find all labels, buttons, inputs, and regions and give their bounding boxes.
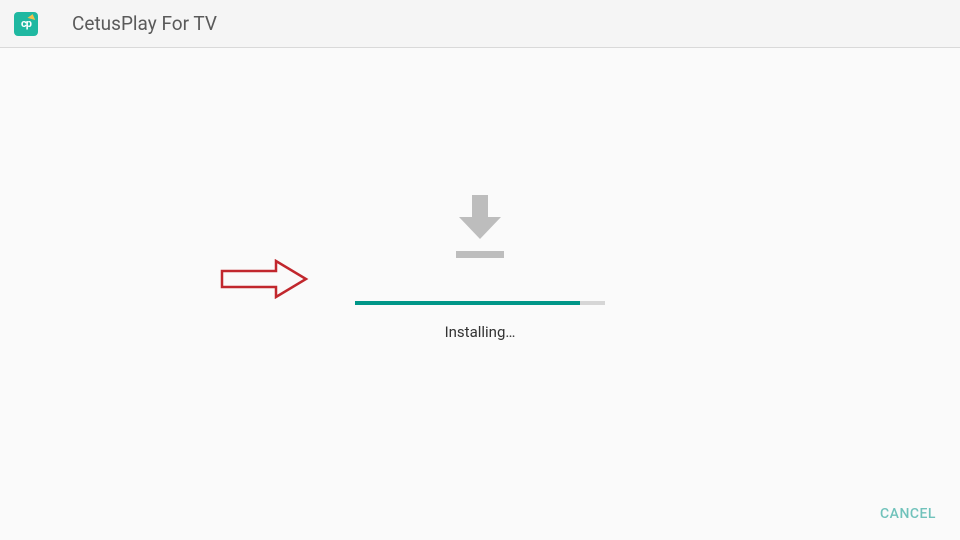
cancel-button[interactable]: CANCEL — [880, 506, 936, 522]
status-text: Installing… — [445, 323, 516, 341]
app-icon: cp — [14, 12, 38, 36]
download-icon — [455, 195, 505, 269]
pointer-arrow-annotation — [220, 259, 310, 303]
app-title: CetusPlay For TV — [72, 12, 217, 35]
app-icon-text: cp — [21, 17, 31, 30]
header-bar: cp CetusPlay For TV — [0, 0, 960, 48]
install-panel: Installing… — [355, 195, 605, 341]
progress-bar — [355, 301, 605, 305]
progress-fill — [355, 301, 580, 305]
